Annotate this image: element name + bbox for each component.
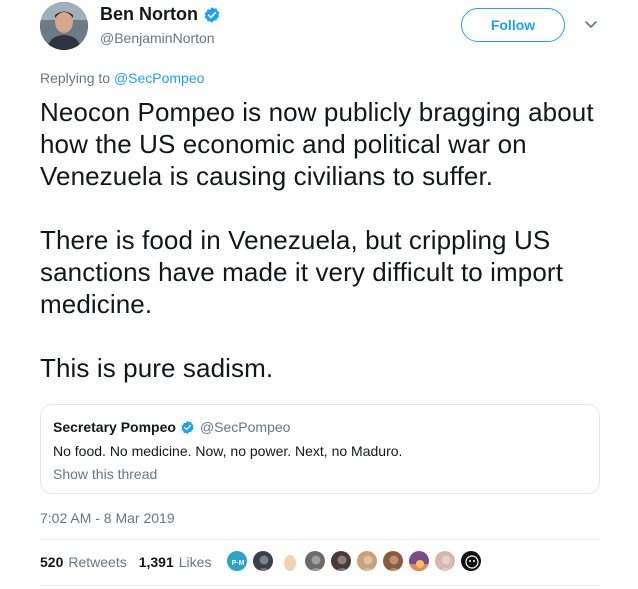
quoted-tweet-card[interactable]: Secretary Pompeo @SecPompeo No food. No …: [40, 404, 600, 494]
sketch-avatar[interactable]: [460, 550, 482, 572]
author-handle[interactable]: @BenjaminNorton: [100, 30, 215, 46]
liker-avatars: P·M: [226, 550, 486, 572]
divider: [40, 585, 600, 586]
quoted-author-name: Secretary Pompeo: [53, 419, 176, 435]
tweet-text: Neocon Pompeo is now publicly bragging a…: [40, 96, 620, 384]
tweet-paragraph: There is food in Venezuela, but cripplin…: [40, 225, 564, 319]
retweet-count[interactable]: 520: [40, 554, 63, 570]
tweet-timestamp[interactable]: 7:02 AM - 8 Mar 2019: [40, 510, 175, 526]
user-avatar[interactable]: [434, 550, 456, 572]
quoted-tweet-text: No food. No medicine. Now, no power. Nex…: [53, 443, 403, 459]
replying-to-line: Replying to @SecPompeo: [40, 70, 204, 86]
verified-badge-icon: [180, 420, 195, 435]
replying-to-label: Replying to: [40, 70, 111, 86]
egg-avatar[interactable]: [278, 550, 300, 572]
user-avatar[interactable]: [304, 550, 326, 572]
quoted-tweet-header: Secretary Pompeo @SecPompeo: [53, 419, 290, 435]
user-avatar[interactable]: [382, 550, 404, 572]
tweet-card: Ben Norton @BenjaminNorton Follow Replyi…: [0, 0, 638, 589]
sunset-avatar[interactable]: [408, 550, 430, 572]
show-thread-link[interactable]: Show this thread: [53, 466, 157, 482]
author-avatar[interactable]: [40, 2, 88, 50]
retweet-label[interactable]: Retweets: [68, 554, 126, 570]
tweet-paragraph: This is pure sadism.: [40, 353, 274, 383]
author-name-row: Ben Norton: [100, 4, 221, 25]
divider: [40, 539, 600, 540]
quoted-author-handle: @SecPompeo: [199, 419, 291, 435]
user-avatar[interactable]: [330, 550, 352, 572]
like-count[interactable]: 1,391: [139, 554, 174, 570]
author-display-name[interactable]: Ben Norton: [100, 4, 198, 25]
follow-button[interactable]: Follow: [461, 8, 565, 42]
tweet-paragraph: Neocon Pompeo is now publicly bragging a…: [40, 97, 594, 191]
user-avatar[interactable]: [252, 550, 274, 572]
svg-text:P·M: P·M: [232, 560, 245, 567]
user-avatar[interactable]: [356, 550, 378, 572]
reply-handle-link[interactable]: @SecPompeo: [114, 70, 204, 86]
chevron-down-icon[interactable]: [583, 16, 599, 32]
like-label[interactable]: Likes: [179, 554, 212, 570]
pm-logo-avatar[interactable]: P·M: [226, 550, 248, 572]
verified-badge-icon: [203, 6, 221, 24]
tweet-stats: 520 Retweets 1,391 Likes: [40, 554, 211, 570]
